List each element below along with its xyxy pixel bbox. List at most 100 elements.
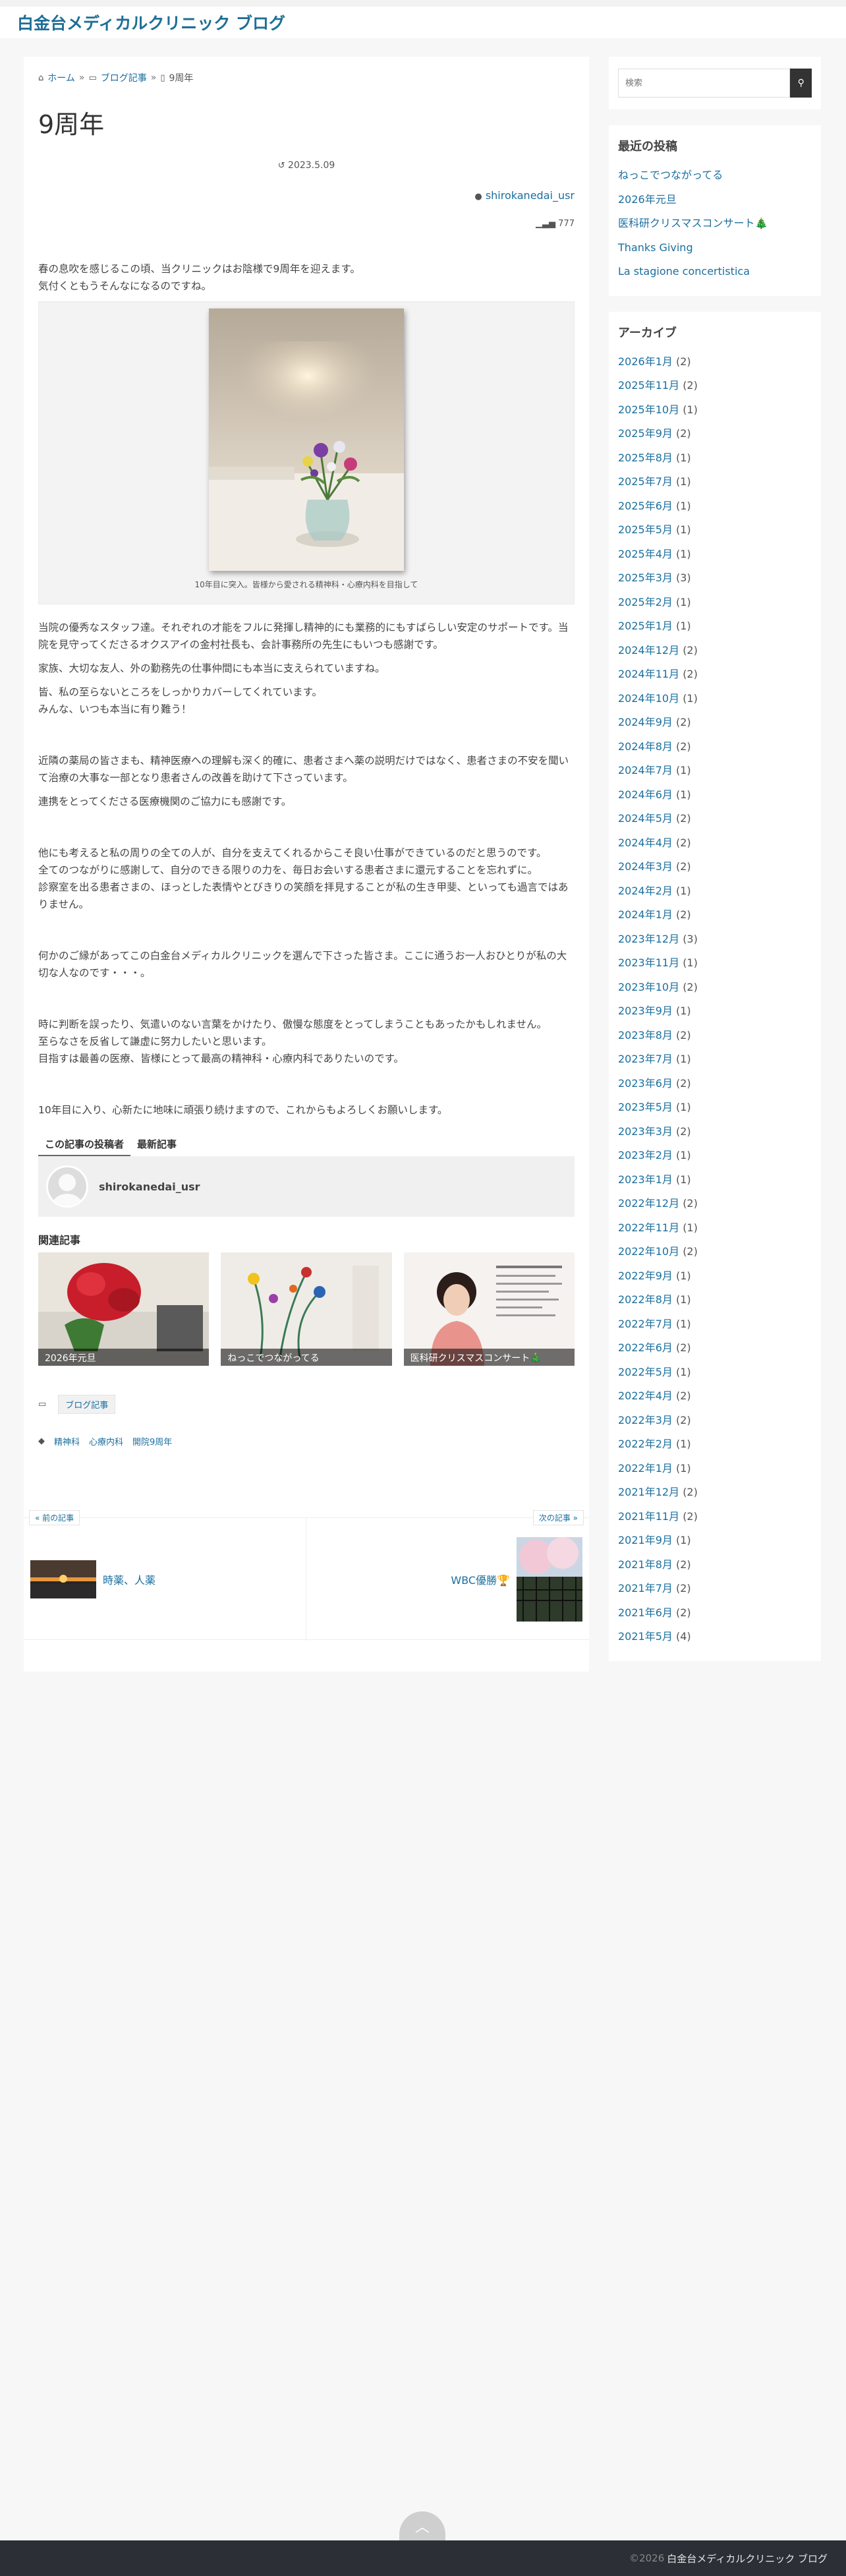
related-post-label[interactable]: 医科研クリスマスコンサート🎄 [403,1349,575,1366]
archive-link[interactable]: 2025年8月 [618,452,673,464]
archive-link[interactable]: 2024年11月 [618,668,679,680]
archive-link[interactable]: 2024年8月 [618,740,673,753]
list-item: 2023年8月 (2) [618,1024,812,1048]
archive-count: (2) [676,1390,691,1402]
paragraph: 気付くともうそんなになるのですね。 [38,280,212,292]
related-post-label[interactable]: 2026年元旦 [38,1349,210,1366]
breadcrumb-home[interactable]: ホーム [47,71,75,84]
archive-link[interactable]: 2023年2月 [618,1149,673,1161]
archive-link[interactable]: 2022年1月 [618,1462,673,1475]
archive-link[interactable]: 2023年12月 [618,933,679,945]
next-post-link[interactable]: WBC優勝🏆 [306,1518,589,1641]
archive-link[interactable]: 2025年6月 [618,500,673,512]
archive-count: (1) [676,1149,691,1161]
tab-post-author[interactable]: この記事の投稿者 [38,1133,131,1156]
archive-link[interactable]: 2025年1月 [618,620,673,632]
archive-link[interactable]: 2025年10月 [618,403,679,416]
post-author-link[interactable]: shirokanedai_usr [486,189,575,202]
archive-link[interactable]: 2024年7月 [618,764,673,776]
archive-link[interactable]: 2021年6月 [618,1606,673,1619]
recent-posts-widget: 最近の投稿 ねっこでつながってる 2026年元旦 医科研クリスマスコンサート🎄 Tha… [609,125,821,296]
archive-link[interactable]: 2025年2月 [618,596,673,608]
recent-post-link[interactable]: La stagione concertistica [618,265,750,278]
author-box-name[interactable]: shirokanedai_usr [99,1181,200,1193]
tag-link[interactable]: 精神科 [54,1435,80,1448]
site-title-link[interactable]: 白金台メディカルクリニック ブログ [17,11,285,34]
archive-link[interactable]: 2022年6月 [618,1341,673,1354]
tab-latest-posts[interactable]: 最新記事 [130,1133,183,1156]
archive-link[interactable]: 2023年3月 [618,1125,673,1138]
archive-link[interactable]: 2021年11月 [618,1510,679,1523]
related-post-card[interactable]: ねっこでつながってる [221,1252,392,1366]
list-item: 2022年12月 (2) [618,1192,812,1216]
search-button[interactable]: ⚲ [790,69,812,98]
archive-link[interactable]: 2024年12月 [618,644,679,657]
archive-link[interactable]: 2025年7月 [618,475,673,488]
paragraph: 全てのつながりに感謝して、自分のできる限りの力を、毎日お会いする患者さまに還元す… [38,864,538,876]
list-item: 2022年3月 (2) [618,1409,812,1433]
archive-link[interactable]: 2026年1月 [618,355,673,368]
archive-link[interactable]: 2025年5月 [618,523,673,536]
avatar[interactable] [46,1165,88,1208]
recent-post-link[interactable]: 医科研クリスマスコンサート🎄 [618,217,768,229]
recent-post-link[interactable]: 2026年元旦 [618,193,677,206]
scroll-to-top-button[interactable]: ︿ [399,2511,445,2540]
archive-link[interactable]: 2021年7月 [618,1582,673,1595]
archive-link[interactable]: 2023年11月 [618,956,679,969]
archive-link[interactable]: 2021年5月 [618,1630,673,1643]
prev-post-link[interactable]: 時薬、人薬 [24,1518,306,1641]
archive-link[interactable]: 2022年4月 [618,1390,673,1402]
archive-link[interactable]: 2025年9月 [618,427,673,440]
archive-link[interactable]: 2024年1月 [618,908,673,921]
archive-link[interactable]: 2023年5月 [618,1101,673,1113]
breadcrumb-category[interactable]: ブログ記事 [101,71,147,84]
archive-count: (2) [683,1509,698,1523]
archive-link[interactable]: 2022年2月 [618,1438,673,1450]
archive-link[interactable]: 2025年11月 [618,379,679,392]
archive-link[interactable]: 2024年5月 [618,812,673,825]
archive-link[interactable]: 2024年2月 [618,885,673,897]
archive-link[interactable]: 2025年3月 [618,571,673,584]
list-item: 2025年11月 (2) [618,374,812,398]
archive-link[interactable]: 2022年10月 [618,1245,679,1258]
tag-link[interactable]: 心療内科 [89,1435,123,1448]
archive-link[interactable]: 2024年9月 [618,716,673,728]
archive-link[interactable]: 2024年4月 [618,836,673,849]
archive-count: (1) [676,499,691,512]
archive-link[interactable]: 2022年9月 [618,1270,673,1282]
related-post-card[interactable]: 2026年元旦 [38,1252,210,1366]
prev-post-title[interactable]: 時薬、人薬 [103,1571,155,1587]
archive-link[interactable]: 2022年12月 [618,1197,679,1210]
list-item: 2022年5月 (1) [618,1361,812,1385]
archive-link[interactable]: 2023年10月 [618,981,679,993]
archive-count: (3) [676,571,691,584]
related-post-label[interactable]: ねっこでつながってる [221,1349,392,1366]
archive-link[interactable]: 2022年7月 [618,1318,673,1330]
recent-post-link[interactable]: ねっこでつながってる [618,169,723,181]
archive-link[interactable]: 2021年8月 [618,1558,673,1571]
archive-link[interactable]: 2024年3月 [618,860,673,873]
archive-link[interactable]: 2022年5月 [618,1366,673,1378]
archive-link[interactable]: 2025年4月 [618,548,673,560]
search-input[interactable] [618,69,791,98]
archive-link[interactable]: 2023年9月 [618,1005,673,1017]
next-post-title[interactable]: WBC優勝🏆 [451,1571,510,1587]
archive-link[interactable]: 2022年3月 [618,1414,673,1426]
recent-post-link[interactable]: Thanks Giving [618,241,693,254]
archive-link[interactable]: 2023年1月 [618,1173,673,1186]
archive-link[interactable]: 2021年12月 [618,1486,679,1498]
flower-vase-photo[interactable] [209,308,404,571]
archive-link[interactable]: 2023年7月 [618,1053,673,1065]
archive-link[interactable]: 2022年11月 [618,1221,679,1234]
archive-link[interactable]: 2021年9月 [618,1534,673,1546]
archive-link[interactable]: 2023年6月 [618,1077,673,1090]
archive-link[interactable]: 2024年10月 [618,692,679,705]
tag-link[interactable]: 開院9周年 [132,1435,172,1448]
footer-site-link[interactable]: 白金台メディカルクリニック ブログ [667,2552,828,2565]
archive-link[interactable]: 2023年8月 [618,1029,673,1041]
related-post-card[interactable]: 医科研クリスマスコンサート🎄 [403,1252,575,1366]
list-item: 2024年4月 (2) [618,831,812,856]
archive-link[interactable]: 2022年8月 [618,1293,673,1306]
category-pill[interactable]: ブログ記事 [58,1395,116,1414]
archive-link[interactable]: 2024年6月 [618,788,673,801]
